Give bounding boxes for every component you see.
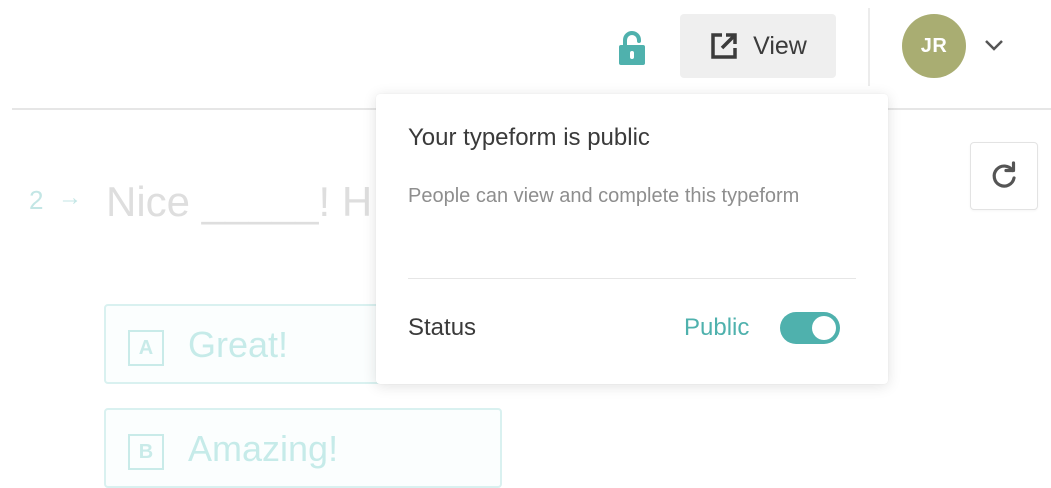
toggle-knob: [812, 316, 836, 340]
status-value: Public: [684, 314, 750, 341]
avatar-initials: JR: [920, 34, 948, 57]
top-bar: View JR: [0, 0, 1051, 108]
external-link-icon: [711, 33, 737, 59]
public-toggle[interactable]: [780, 312, 840, 344]
question-text: Nice _____! H: [106, 178, 373, 225]
unlocked-padlock-icon[interactable]: [617, 30, 647, 66]
view-button[interactable]: View: [680, 14, 836, 78]
status-label: Status: [408, 314, 477, 341]
choice-option[interactable]: B Amazing!: [104, 408, 502, 488]
choice-label: Great!: [188, 324, 289, 365]
refresh-button[interactable]: [970, 142, 1038, 210]
popover-title: Your typeform is public: [408, 124, 650, 151]
header-divider: [868, 8, 870, 86]
popover-divider: [408, 278, 856, 279]
choice-key: A: [128, 330, 164, 366]
chevron-down-icon[interactable]: [983, 34, 1005, 56]
visibility-popover: Your typeform is public People can view …: [376, 94, 888, 384]
refresh-icon: [992, 161, 1016, 188]
question-number: 2: [29, 185, 44, 215]
choice-key: B: [128, 434, 164, 470]
view-button-label: View: [753, 31, 807, 60]
popover-description: People can view and complete this typefo…: [408, 185, 800, 207]
avatar[interactable]: JR: [902, 14, 966, 78]
question-arrow: →: [58, 184, 82, 211]
